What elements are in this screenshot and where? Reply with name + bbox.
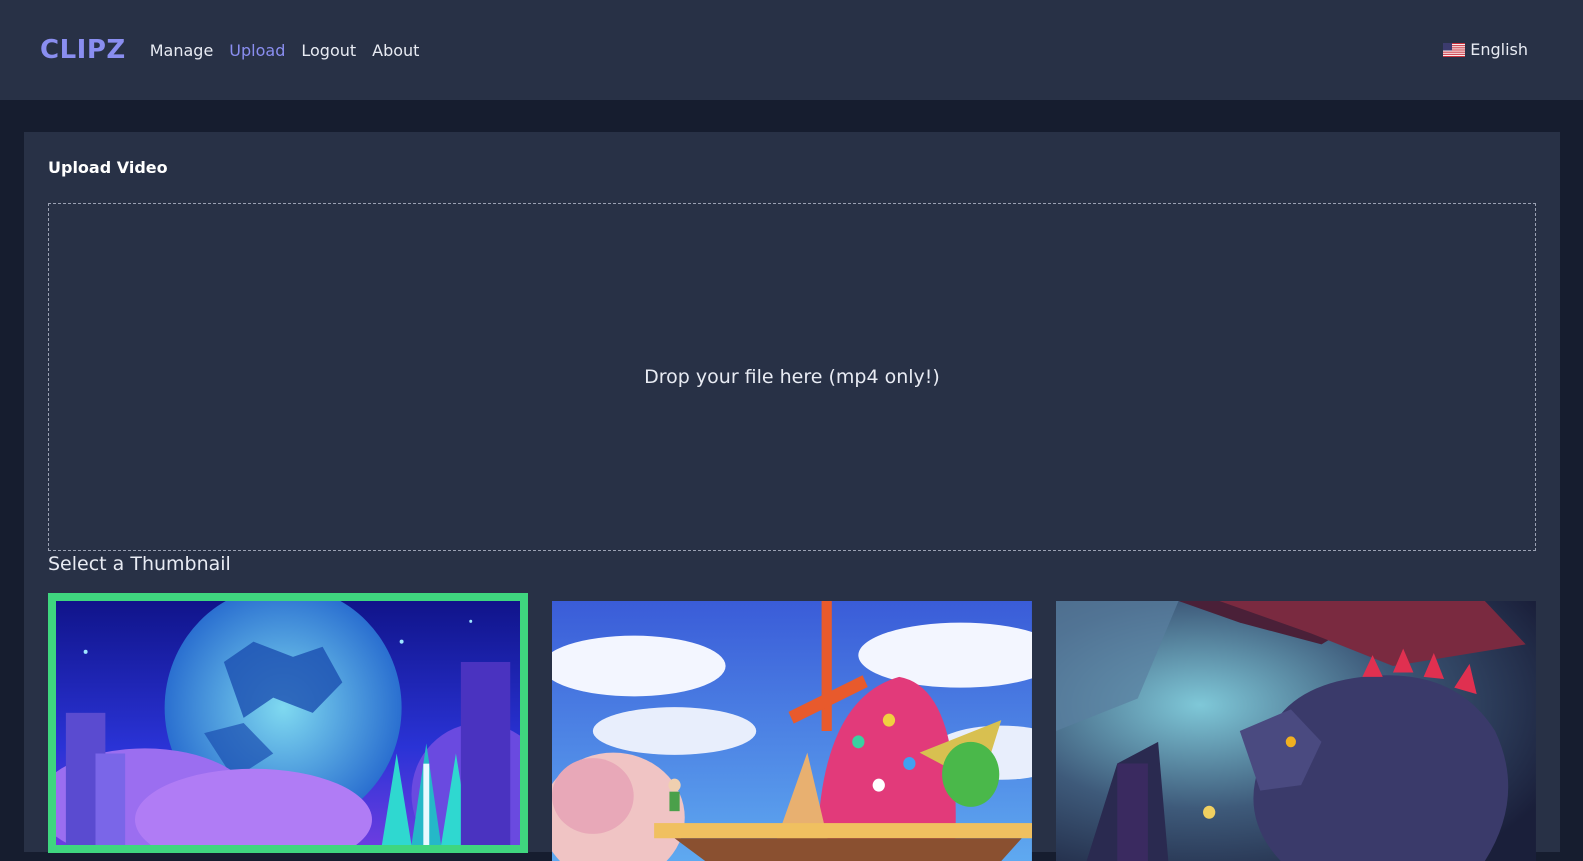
thumbnail-2-image — [552, 601, 1032, 861]
language-selector[interactable]: English — [1443, 40, 1528, 59]
top-navbar: CLIPZ Manage Upload Logout About English — [0, 0, 1583, 100]
file-dropzone[interactable]: Drop your file here (mp4 only!) — [48, 203, 1536, 551]
upload-panel: Upload Video Drop your file here (mp4 on… — [24, 132, 1560, 852]
dropzone-text: Drop your file here (mp4 only!) — [644, 366, 940, 388]
thumbnail-grid — [48, 593, 1536, 861]
nav-upload-link[interactable]: Upload — [229, 41, 285, 60]
language-label: English — [1470, 40, 1528, 59]
upload-title: Upload Video — [48, 158, 1536, 177]
thumbnail-1[interactable] — [48, 593, 528, 853]
thumbnail-1-image — [56, 601, 520, 845]
us-flag-icon — [1443, 43, 1465, 57]
nav-manage-link[interactable]: Manage — [150, 41, 214, 60]
main-nav: Manage Upload Logout About — [150, 41, 436, 60]
nav-about-link[interactable]: About — [372, 41, 419, 60]
thumbnail-heading: Select a Thumbnail — [48, 553, 1536, 575]
thumbnail-2[interactable] — [552, 601, 1032, 861]
thumbnail-3[interactable] — [1056, 601, 1536, 861]
app-logo[interactable]: CLIPZ — [40, 35, 126, 65]
thumbnail-3-image — [1056, 601, 1536, 861]
nav-logout-link[interactable]: Logout — [301, 41, 356, 60]
